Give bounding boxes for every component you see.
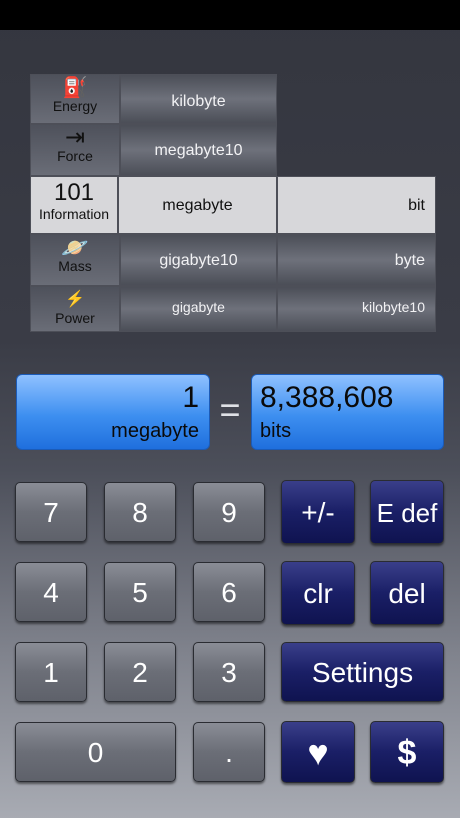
key-4[interactable]: 4 xyxy=(15,562,87,622)
key-label: 2 xyxy=(132,657,148,688)
to-unit-byte[interactable]: byte xyxy=(277,234,436,286)
key-label: 5 xyxy=(132,577,148,608)
lightning-icon: ⚡ xyxy=(65,291,85,308)
category-force[interactable]: ⇥ Force xyxy=(30,124,120,176)
key-0[interactable]: 0 xyxy=(15,722,176,782)
key-label: 4 xyxy=(43,577,59,608)
key-label: E def xyxy=(376,498,438,528)
unit-label: kilobyte10 xyxy=(361,299,425,315)
unit-label: kilobyte xyxy=(171,93,226,110)
clear-button[interactable]: clr xyxy=(281,561,355,625)
unit-label: bit xyxy=(408,197,425,214)
heart-icon: ♥ xyxy=(307,732,329,773)
category-mass[interactable]: 🪐 Mass xyxy=(30,234,120,286)
output-value: 8,388,608 xyxy=(260,381,394,414)
key-label: 0 xyxy=(87,737,104,768)
to-unit-kilobyte10[interactable]: kilobyte10 xyxy=(277,286,436,332)
equals-sign: = xyxy=(219,389,241,430)
binary-101-icon: 101 xyxy=(53,179,95,206)
delete-button[interactable]: del xyxy=(370,561,444,625)
output-unit: bits xyxy=(260,420,292,442)
category-label: Force xyxy=(57,148,93,164)
key-label: del xyxy=(388,578,426,609)
key-8[interactable]: 8 xyxy=(104,482,176,542)
key-label: 8 xyxy=(132,497,148,528)
unit-label: gigabyte xyxy=(172,299,225,315)
unit-label: byte xyxy=(394,252,425,269)
planet-icon: 🪐 xyxy=(61,235,89,260)
from-unit-gigabyte[interactable]: gigabyte xyxy=(120,286,277,332)
unit-picker[interactable]: ⛽ Energy ⇥ Force 101 Information 🪐 Mass … xyxy=(30,74,436,336)
from-unit-gigabyte10[interactable]: gigabyte10 xyxy=(120,234,277,286)
key-9[interactable]: 9 xyxy=(193,482,265,542)
settings-button[interactable]: Settings xyxy=(281,642,444,702)
favorite-button[interactable]: ♥ xyxy=(281,721,355,783)
category-label: Energy xyxy=(52,98,98,114)
key-3[interactable]: 3 xyxy=(193,642,265,702)
input-value: 1 xyxy=(182,381,199,414)
category-energy[interactable]: ⛽ Energy xyxy=(30,74,120,124)
unit-label: megabyte xyxy=(162,197,233,214)
plus-minus-button[interactable]: +/- xyxy=(281,480,355,544)
to-unit-bit[interactable]: bit xyxy=(277,176,436,234)
key-label: Settings xyxy=(311,657,414,688)
input-unit: megabyte xyxy=(111,420,199,442)
status-bar xyxy=(0,0,460,30)
from-unit-megabyte[interactable]: megabyte xyxy=(118,176,277,234)
fuel-pump-icon: ⛽ xyxy=(62,77,88,99)
key-7[interactable]: 7 xyxy=(15,482,87,542)
category-label: Mass xyxy=(58,258,92,274)
key-1[interactable]: 1 xyxy=(15,642,87,702)
input-display[interactable]: 1 megabyte xyxy=(16,374,210,450)
key-label: . xyxy=(225,737,233,768)
key-decimal[interactable]: . xyxy=(193,722,265,782)
key-label: 9 xyxy=(221,497,237,528)
key-label: 1 xyxy=(43,657,59,688)
key-2[interactable]: 2 xyxy=(104,642,176,702)
force-arrow-icon: ⇥ xyxy=(64,124,86,151)
key-label: 3 xyxy=(221,657,237,688)
key-label: +/- xyxy=(301,497,335,528)
e-def-button[interactable]: E def xyxy=(370,480,444,544)
output-display[interactable]: 8,388,608 bits xyxy=(251,374,444,450)
key-label: 7 xyxy=(43,497,59,528)
dollar-icon: $ xyxy=(397,734,417,772)
purchase-button[interactable]: $ xyxy=(370,721,444,783)
from-unit-kilobyte[interactable]: kilobyte xyxy=(120,74,277,124)
category-label: Power xyxy=(55,310,95,326)
key-label: clr xyxy=(303,578,333,609)
category-information[interactable]: 101 Information xyxy=(30,176,118,234)
unit-label: megabyte10 xyxy=(154,142,243,159)
key-6[interactable]: 6 xyxy=(193,562,265,622)
unit-label: gigabyte10 xyxy=(159,252,238,269)
from-unit-megabyte10[interactable]: megabyte10 xyxy=(120,124,277,176)
key-label: 6 xyxy=(221,577,237,608)
category-label: Information xyxy=(38,206,110,222)
key-5[interactable]: 5 xyxy=(104,562,176,622)
category-power[interactable]: ⚡ Power xyxy=(30,286,120,332)
